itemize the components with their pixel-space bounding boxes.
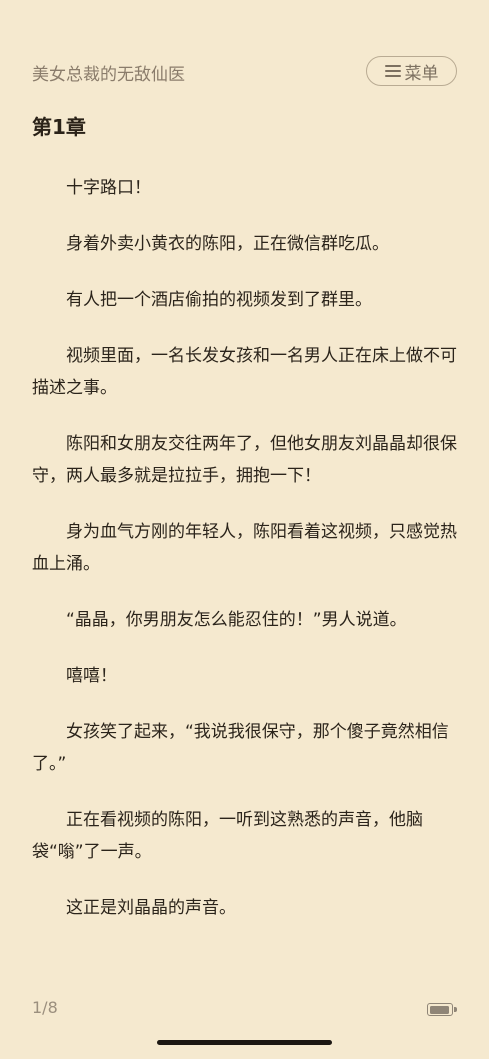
page-indicator: 1/8 (32, 998, 58, 1017)
paragraph: 身为血气方刚的年轻人，陈阳看着这视频，只感觉热血上涌。 (32, 522, 457, 574)
paragraph: 有人把一个酒店偷拍的视频发到了群里。 (66, 290, 372, 310)
paragraph: 嘻嘻！ (66, 666, 117, 686)
paragraph: 十字路口！ (66, 178, 151, 198)
battery-level-fill (429, 1005, 450, 1014)
list-menu-icon (384, 64, 401, 78)
paragraph: 正在看视频的陈阳，一听到这熟悉的声音，他脑袋“嗡”了一声。 (32, 810, 423, 862)
book-title: 美女总裁的无敌仙医 (32, 64, 185, 85)
battery-icon (427, 1003, 453, 1016)
paragraph: 视频里面，一名长发女孩和一名男人正在床上做不可描述之事。 (32, 346, 457, 398)
battery-cap (454, 1007, 457, 1012)
home-indicator[interactable] (157, 1040, 332, 1045)
reader-header: 美女总裁的无敌仙医 菜单 (32, 54, 457, 90)
paragraph: 这正是刘晶晶的声音。 (66, 898, 236, 918)
chapter-title: 第1章 (32, 115, 86, 139)
reader-footer: 1/8 (32, 998, 457, 1022)
menu-button-label: 菜单 (404, 63, 439, 84)
paragraph: 陈阳和女朋友交往两年了，但他女朋友刘晶晶却很保守，两人最多就是拉拉手，拥抱一下！ (32, 434, 457, 486)
paragraph: 身着外卖小黄衣的陈阳，正在微信群吃瓜。 (66, 234, 389, 254)
paragraph: “晶晶，你男朋友怎么能忍住的！”男人说道。 (66, 610, 407, 630)
menu-button[interactable]: 菜单 (366, 56, 457, 86)
paragraph: 女孩笑了起来，“我说我很保守，那个傻子竟然相信了。” (32, 722, 449, 774)
chapter-content[interactable]: 十字路口！ 身着外卖小黄衣的陈阳，正在微信群吃瓜。 有人把一个酒店偷拍的视频发到… (32, 172, 457, 948)
